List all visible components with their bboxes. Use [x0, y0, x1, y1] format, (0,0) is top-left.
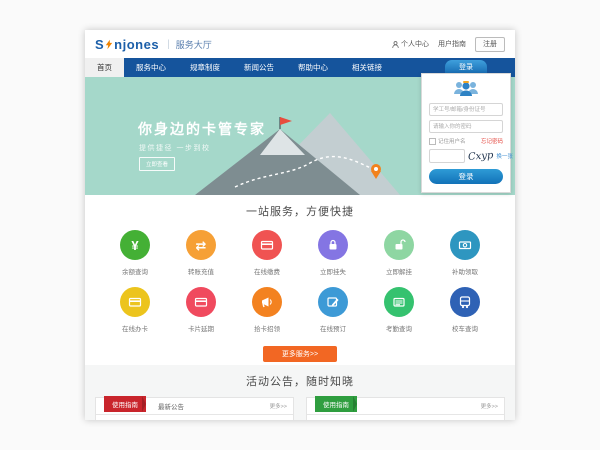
portal-page: S njones | 服务大厅 个人中心 用户指南 注册 首页 服务中心 规章制…: [85, 30, 515, 420]
announcements-section: 活动公告，随时知晓 使用指南 最新公告 更多>> 使用指南 更多>>: [85, 365, 515, 420]
forgot-password-link[interactable]: 忘记密码: [481, 137, 503, 145]
password-input[interactable]: [429, 120, 503, 133]
logo-prefix: S: [95, 37, 104, 52]
synjones-logo[interactable]: S njones | 服务大厅: [95, 37, 212, 52]
service-found-card[interactable]: 拾卡招领: [239, 287, 295, 333]
service-label: 转账充值: [188, 266, 214, 276]
services-title: 一站服务，方便快捷: [85, 203, 515, 219]
nav-item-news[interactable]: 新闻公告: [232, 58, 286, 77]
header-actions: 个人中心 用户指南 注册: [392, 37, 505, 52]
captcha-refresh-link[interactable]: 换一张: [496, 152, 513, 160]
guide-panel: 使用指南 最新公告 更多>>: [95, 397, 294, 420]
captcha-row: Cxyp 换一张: [429, 149, 503, 163]
remember-row: 记住用户名 忘记密码: [429, 137, 503, 145]
service-label: 余额查询: [122, 266, 148, 276]
hero-title: 你身边的卡管专家: [138, 119, 266, 139]
logo-divider: |: [167, 39, 170, 50]
user-guide-link[interactable]: 用户指南: [438, 39, 466, 49]
user-guide-label: 用户指南: [438, 39, 466, 49]
personal-center-link[interactable]: 个人中心: [392, 39, 429, 49]
service-unfreeze[interactable]: 立即解挂: [371, 230, 427, 276]
card-icon: [120, 287, 150, 317]
tab-usage-guide-right[interactable]: 使用指南: [315, 396, 357, 412]
captcha-input[interactable]: [429, 149, 465, 163]
transfer-icon: ⇄: [186, 230, 216, 260]
unlock-icon: [384, 230, 414, 260]
site-header: S njones | 服务大厅 个人中心 用户指南 注册: [85, 30, 515, 58]
services-section: 一站服务，方便快捷 ¥ 余额查询 ⇄ 转账充值 在线缴费 立即挂失: [85, 195, 515, 365]
edit-icon: [318, 287, 348, 317]
remember-label: 记住用户名: [438, 137, 466, 145]
nav-item-home[interactable]: 首页: [85, 58, 124, 77]
logo-suffix: njones: [114, 37, 159, 52]
service-label: 考勤查询: [386, 323, 412, 333]
bus-icon: [450, 287, 480, 317]
banknote-icon: [450, 230, 480, 260]
nav-item-links[interactable]: 相关链接: [340, 58, 394, 77]
service-label: 立即挂失: [320, 266, 346, 276]
megaphone-icon: [252, 287, 282, 317]
service-label: 在线办卡: [122, 323, 148, 333]
service-label: 校车查询: [452, 323, 478, 333]
card-icon: [186, 287, 216, 317]
service-label: 拾卡招领: [254, 323, 280, 333]
nav-item-service-center[interactable]: 服务中心: [124, 58, 178, 77]
user-icon: [392, 41, 399, 48]
login-panel: 登录 记住用户名 忘记密码 Cxyp 换一张 登录: [421, 60, 511, 193]
users-group-icon: [453, 80, 479, 98]
service-transfer[interactable]: ⇄ 转账充值: [173, 230, 229, 276]
hero-cta-button[interactable]: 立即查看: [139, 157, 175, 171]
nav-item-help[interactable]: 帮助中心: [286, 58, 340, 77]
yen-icon: ¥: [120, 230, 150, 260]
mountain-illustration: [195, 103, 410, 195]
service-balance[interactable]: ¥ 余额查询: [107, 230, 163, 276]
service-label: 卡片延期: [188, 323, 214, 333]
more-services-button[interactable]: 更多服务>>: [263, 346, 337, 362]
announcements-title: 活动公告，随时知晓: [85, 373, 515, 389]
guide-panel-right: 使用指南 更多>>: [306, 397, 505, 420]
hero-subtitle: 提供捷径 一步到校: [139, 143, 210, 153]
service-card-extend[interactable]: 卡片延期: [173, 287, 229, 333]
list-icon: [384, 287, 414, 317]
service-apply-card[interactable]: 在线办卡: [107, 287, 163, 333]
service-report-loss[interactable]: 立即挂失: [305, 230, 361, 276]
guide-panel-header: 使用指南 最新公告 更多>>: [96, 398, 293, 415]
guide-right-more-link[interactable]: 更多>>: [481, 402, 498, 410]
card-icon: [252, 230, 282, 260]
login-submit-button[interactable]: 登录: [429, 169, 503, 184]
guide-panel-right-header: 使用指南 更多>>: [307, 398, 504, 415]
service-subsidy[interactable]: 补助领取: [437, 230, 493, 276]
portal-name: 服务大厅: [176, 38, 212, 51]
remember-checkbox[interactable]: [429, 138, 436, 145]
personal-center-label: 个人中心: [401, 39, 429, 49]
tab-usage-guide[interactable]: 使用指南: [104, 396, 146, 412]
guide-panel-right-body: [307, 415, 504, 420]
lock-icon: [318, 230, 348, 260]
services-row-1: ¥ 余额查询 ⇄ 转账充值 在线缴费 立即挂失: [85, 230, 515, 276]
announcement-panels: 使用指南 最新公告 更多>> 使用指南 更多>>: [85, 397, 515, 420]
service-school-bus[interactable]: 校车查询: [437, 287, 493, 333]
lightning-icon: [105, 39, 113, 50]
service-attendance[interactable]: 考勤查询: [371, 287, 427, 333]
nav-item-rules[interactable]: 规章制度: [178, 58, 232, 77]
register-button[interactable]: 注册: [475, 37, 505, 52]
login-tab[interactable]: 登录: [445, 60, 487, 73]
captcha-image[interactable]: Cxyp: [468, 150, 494, 163]
service-pay[interactable]: 在线缴费: [239, 230, 295, 276]
service-label: 在线预订: [320, 323, 346, 333]
guide-panel-body: [96, 415, 293, 420]
login-card: 记住用户名 忘记密码 Cxyp 换一张 登录: [421, 73, 511, 193]
username-input[interactable]: [429, 103, 503, 116]
service-label: 在线缴费: [254, 266, 280, 276]
service-label: 立即解挂: [386, 266, 412, 276]
tab-latest-news[interactable]: 最新公告: [158, 401, 184, 411]
services-row-2: 在线办卡 卡片延期 拾卡招领 在线预订: [85, 287, 515, 333]
service-booking[interactable]: 在线预订: [305, 287, 361, 333]
service-label: 补助领取: [452, 266, 478, 276]
guide-more-link[interactable]: 更多>>: [270, 402, 287, 410]
